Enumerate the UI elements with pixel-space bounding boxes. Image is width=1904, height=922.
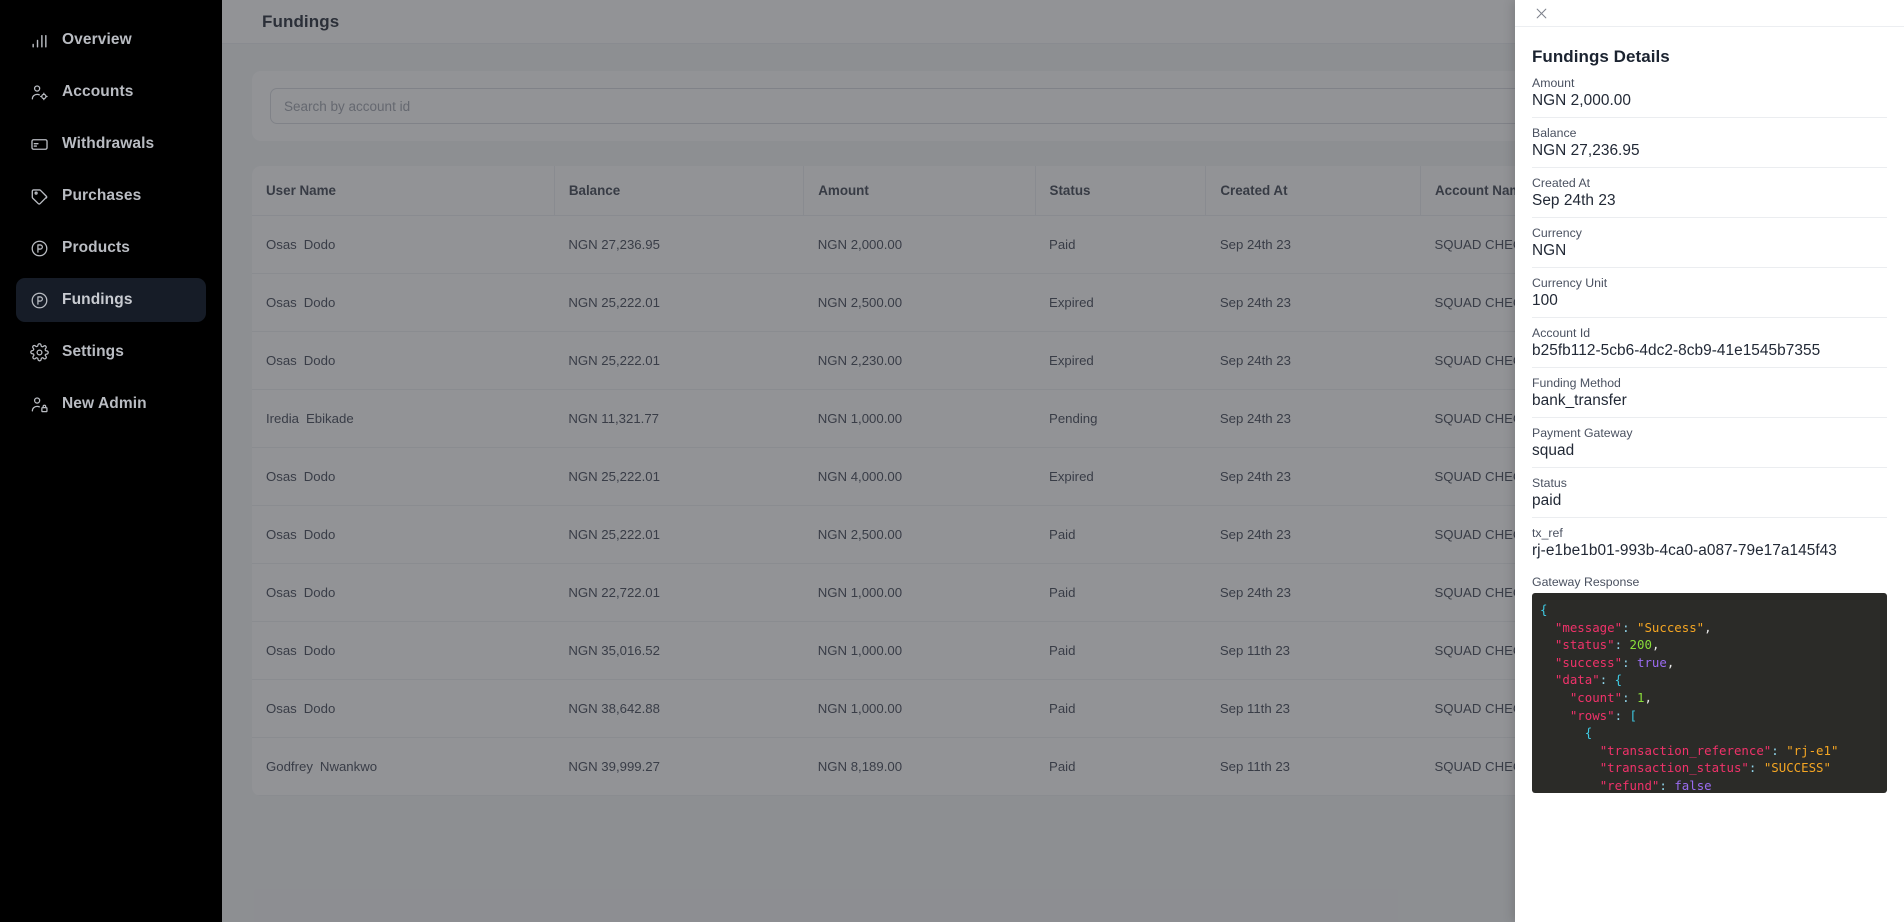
detail-field: Payment Gateway squad [1532, 426, 1887, 468]
detail-field-label: Account Id [1532, 326, 1591, 340]
sidebar-item-label: Settings [62, 343, 124, 360]
detail-field-label: Status [1532, 476, 1567, 490]
detail-field-label: tx_ref [1532, 526, 1563, 540]
detail-field-label: Balance [1532, 126, 1577, 140]
detail-field-value: squad [1532, 442, 1575, 459]
detail-field: Currency Unit 100 [1532, 276, 1887, 318]
circle-p-icon [30, 239, 49, 258]
sidebar-item-settings[interactable]: Settings [16, 330, 206, 374]
detail-field: Account Id b25fb112-5cb6-4dc2-8cb9-41e154… [1532, 326, 1887, 368]
sidebar-item-accounts[interactable]: Accounts [16, 70, 206, 114]
panel-fields: Amount NGN 2,000.00 Balance NGN 27,236.95 Cr… [1532, 76, 1887, 567]
gateway-response-code[interactable]: { "message": "Success", "status": 200, "… [1532, 593, 1887, 793]
detail-field-value: 100 [1532, 292, 1558, 309]
detail-field-label: Funding Method [1532, 376, 1621, 390]
sidebar-item-label: Purchases [62, 187, 142, 204]
tag-icon [30, 187, 49, 206]
detail-field-value: NGN 2,000.00 [1532, 92, 1631, 109]
detail-field: Funding Method bank_transfer [1532, 376, 1887, 418]
detail-field-label: Payment Gateway [1532, 426, 1633, 440]
detail-field: Amount NGN 2,000.00 [1532, 76, 1887, 118]
panel-header [1515, 0, 1904, 27]
panel-title: Fundings Details [1532, 47, 1670, 66]
sidebar-item-label: New Admin [62, 395, 147, 412]
detail-field: Balance NGN 27,236.95 [1532, 126, 1887, 168]
sidebar-item-withdrawals[interactable]: Withdrawals [16, 122, 206, 166]
sidebar-item-label: Withdrawals [62, 135, 155, 152]
detail-field-value: rj-e1be1b01-993b-4ca0-a087-79e17a145f43 [1532, 542, 1837, 559]
sidebar-item-label: Overview [62, 31, 132, 48]
sidebar-item-products[interactable]: Products [16, 226, 206, 270]
sidebar-item-label: Accounts [62, 83, 134, 100]
sidebar-item-new-admin[interactable]: New Admin [16, 382, 206, 426]
detail-field-value: NGN 27,236.95 [1532, 142, 1640, 159]
fundings-detail-panel: Fundings Details Amount NGN 2,000.00 Balan… [1515, 0, 1904, 922]
app-root: Overview Accounts Withdrawals Purchases … [0, 0, 1904, 922]
sidebar-item-purchases[interactable]: Purchases [16, 174, 206, 218]
detail-field-label: Currency [1532, 226, 1582, 240]
user-cog-icon [30, 83, 49, 102]
detail-field-label: Created At [1532, 176, 1591, 190]
user-lock-icon [30, 395, 49, 414]
close-icon[interactable] [1532, 4, 1550, 22]
detail-field-label: Currency Unit [1532, 276, 1608, 290]
gateway-response-label: Gateway Response [1532, 575, 1640, 589]
detail-field: Currency NGN [1532, 226, 1887, 268]
gear-icon [30, 342, 49, 362]
sidebar: Overview Accounts Withdrawals Purchases … [0, 0, 222, 922]
bar-chart-icon [30, 31, 49, 50]
sidebar-item-overview[interactable]: Overview [16, 18, 206, 62]
detail-field-value: Sep 24th 23 [1532, 192, 1616, 209]
detail-field-label: Amount [1532, 76, 1575, 90]
sidebar-item-label: Products [62, 239, 130, 256]
detail-field-value: bank_transfer [1532, 392, 1627, 409]
detail-field-value: b25fb112-5cb6-4dc2-8cb9-41e1545b7355 [1532, 342, 1821, 359]
sidebar-item-fundings[interactable]: Fundings [16, 278, 206, 322]
circle-p-icon [30, 291, 49, 310]
detail-field-value: NGN [1532, 242, 1567, 259]
detail-field: Status paid [1532, 476, 1887, 518]
detail-field: Created At Sep 24th 23 [1532, 176, 1887, 218]
panel-body: Fundings Details Amount NGN 2,000.00 Balan… [1515, 27, 1904, 922]
sidebar-item-label: Fundings [62, 291, 133, 308]
card-icon [30, 135, 49, 154]
detail-field-value: paid [1532, 492, 1562, 509]
detail-field: tx_ref rj-e1be1b01-993b-4ca0-a087-79e17a1… [1532, 526, 1887, 567]
